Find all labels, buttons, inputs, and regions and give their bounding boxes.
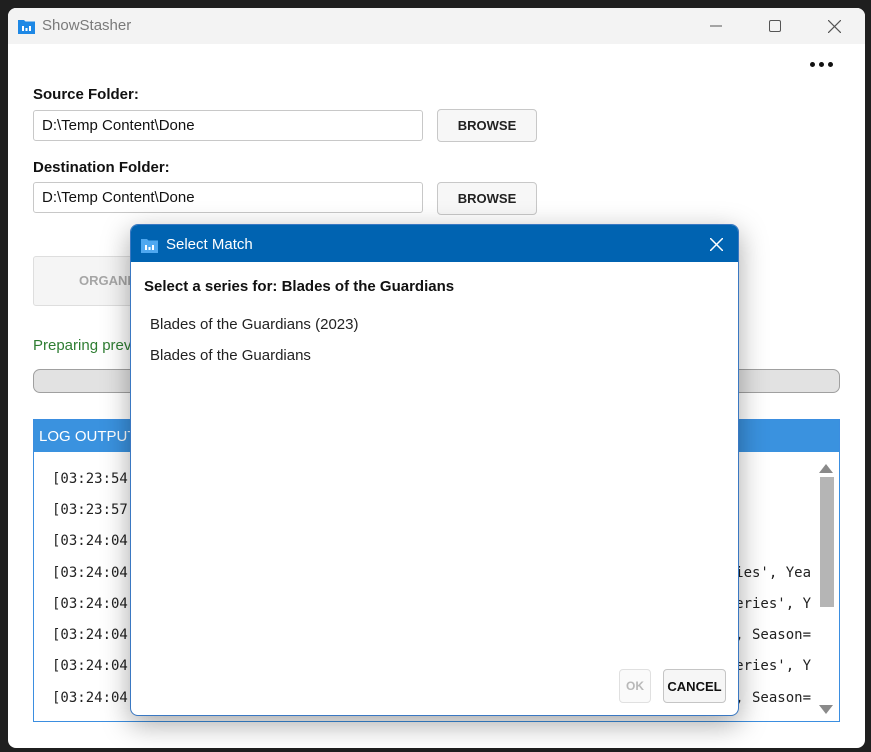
series-option[interactable]: Blades of the Guardians xyxy=(150,347,311,364)
source-folder-input[interactable]: D:\Temp Content\Done xyxy=(33,110,423,141)
dialog-title-bar[interactable]: Select Match xyxy=(131,225,738,262)
dialog-title: Select Match xyxy=(166,236,253,253)
title-bar[interactable]: ShowStasher xyxy=(8,8,865,44)
dialog-close-button[interactable] xyxy=(704,233,728,255)
maximize-icon xyxy=(769,20,781,32)
scroll-down-arrow-icon[interactable] xyxy=(819,705,833,714)
source-folder-label: Source Folder: xyxy=(33,86,139,103)
window-title: ShowStasher xyxy=(42,17,132,34)
log-line-time: [03:24:04 xyxy=(52,565,128,581)
destination-browse-button[interactable]: BROWSE xyxy=(437,182,537,215)
dialog-app-icon xyxy=(141,239,158,253)
scroll-thumb[interactable] xyxy=(820,477,834,607)
status-text: Preparing prev xyxy=(33,337,132,354)
select-match-dialog: Select Match Select a series for: Blades… xyxy=(130,224,739,716)
dialog-prompt: Select a series for: Blades of the Guard… xyxy=(144,278,455,295)
minimize-button[interactable] xyxy=(691,8,741,44)
log-line-time: [03:24:04 xyxy=(52,690,128,706)
ok-button[interactable]: OK xyxy=(619,669,651,703)
destination-folder-label: Destination Folder: xyxy=(33,159,170,176)
minimize-icon xyxy=(710,25,722,27)
scroll-up-arrow-icon[interactable] xyxy=(819,464,833,473)
maximize-button[interactable] xyxy=(750,8,800,44)
log-line-time: [03:24:04 xyxy=(52,658,128,674)
log-line-time: [03:23:57 xyxy=(52,502,128,518)
log-line-time: [03:23:54 xyxy=(52,471,128,487)
close-icon xyxy=(709,237,723,251)
log-line-time: [03:24:04 xyxy=(52,596,128,612)
cancel-button[interactable]: CANCEL xyxy=(663,669,726,703)
series-option[interactable]: Blades of the Guardians (2023) xyxy=(150,316,358,333)
more-options-button[interactable] xyxy=(801,52,841,76)
app-icon xyxy=(18,20,35,34)
destination-folder-input[interactable]: D:\Temp Content\Done xyxy=(33,182,423,213)
log-line-time: [03:24:04 xyxy=(52,627,128,643)
log-line-time: [03:24:04 xyxy=(52,533,128,549)
close-icon xyxy=(827,19,841,33)
source-browse-button[interactable]: BROWSE xyxy=(437,109,537,142)
close-button[interactable] xyxy=(809,8,859,44)
more-options-icon xyxy=(809,61,815,67)
log-scrollbar[interactable] xyxy=(817,464,835,715)
